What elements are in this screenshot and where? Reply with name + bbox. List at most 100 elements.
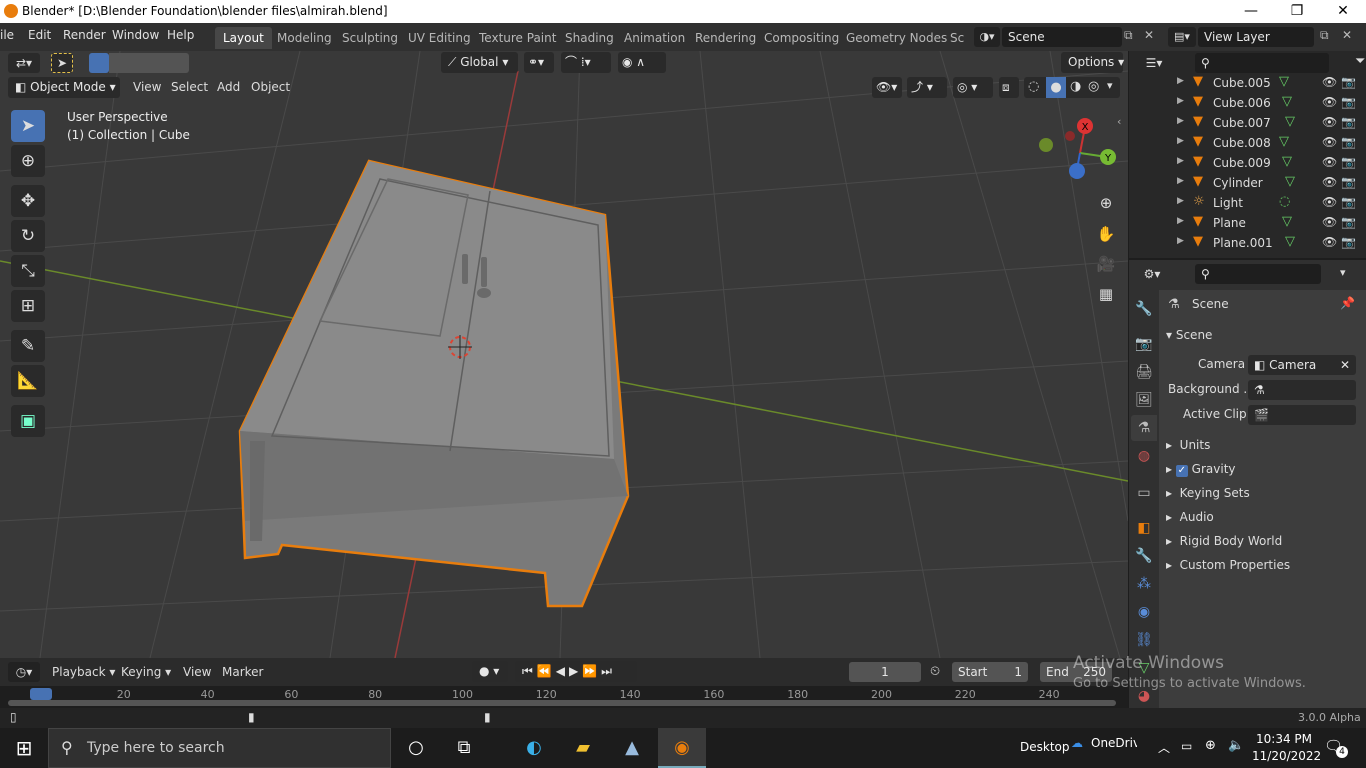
task-view-icon[interactable]: ⧉ bbox=[440, 728, 488, 768]
modifier-tab-icon[interactable]: 🔧 bbox=[1131, 543, 1157, 569]
properties-type-icon[interactable]: ⚙▾ bbox=[1135, 264, 1169, 284]
physics-tab-icon[interactable]: ◉ bbox=[1131, 599, 1157, 625]
render-camera-icon[interactable]: 📷 bbox=[1341, 95, 1356, 109]
world-tab-icon[interactable]: ◍ bbox=[1131, 443, 1157, 469]
mode-intersect-icon[interactable] bbox=[169, 53, 189, 73]
constraints-tab-icon[interactable]: ⛓ bbox=[1131, 627, 1157, 653]
remove-scene-icon[interactable]: ✕ bbox=[1144, 28, 1154, 42]
auto-key-icon[interactable]: ● ▾ bbox=[472, 661, 508, 682]
outliner-item[interactable]: ▶ ▼ Cube.007 ▽ 👁 📷 bbox=[1129, 113, 1366, 133]
mode-extend-icon[interactable] bbox=[109, 53, 129, 73]
expand-arrow-icon[interactable]: ▶ bbox=[1177, 76, 1184, 86]
object-data-icon[interactable]: ▽ bbox=[1282, 214, 1292, 229]
properties-options-icon[interactable]: ▾ bbox=[1340, 266, 1346, 279]
select-box-icon[interactable]: ➤ bbox=[51, 53, 73, 73]
tab-animation[interactable]: Animation bbox=[616, 27, 693, 49]
render-camera-icon[interactable]: 📷 bbox=[1341, 155, 1356, 169]
active-clip-field[interactable]: 🎬 bbox=[1248, 405, 1356, 425]
scale-tool-icon[interactable]: ⤡ bbox=[11, 255, 45, 287]
playhead[interactable] bbox=[30, 688, 52, 700]
rotate-tool-icon[interactable]: ↻ bbox=[11, 220, 45, 252]
tab-layout[interactable]: Layout bbox=[215, 27, 272, 49]
outliner-item[interactable]: ▶ ▼ Cube.009 ▽ 👁 📷 bbox=[1129, 153, 1366, 173]
render-camera-icon[interactable]: 📷 bbox=[1341, 195, 1356, 209]
mode-set-icon[interactable] bbox=[89, 53, 109, 73]
taskbar-search-box[interactable]: ⚲ Type here to search bbox=[48, 728, 391, 768]
render-camera-icon[interactable]: 📷 bbox=[1341, 75, 1356, 89]
menu-window[interactable]: Window bbox=[112, 28, 159, 42]
custom-properties-section[interactable]: ▸ Custom Properties bbox=[1166, 558, 1290, 572]
keying-sets-section[interactable]: ▸ Keying Sets bbox=[1166, 486, 1250, 500]
new-scene-icon[interactable]: ⧉ bbox=[1124, 28, 1133, 43]
cursor-tool-icon[interactable]: ⊕ bbox=[11, 145, 45, 177]
playback-menu[interactable]: Playback ▾ bbox=[52, 665, 115, 679]
playback-controls[interactable]: ⏮⏪◀▶⏩⏭ bbox=[515, 661, 637, 682]
3d-viewport[interactable]: X Y ⇄▾ ➤ ⟋ Global ▾ ⚭▾ ⌒ ⁞▾ ◉ ∧ Options … bbox=[0, 51, 1128, 658]
onedrive-label[interactable]: OneDrive bbox=[1091, 736, 1137, 750]
menu-file[interactable]: ile bbox=[0, 28, 14, 42]
tab-geometry-nodes[interactable]: Geometry Nodes bbox=[838, 27, 955, 49]
outliner-item[interactable]: ▶ ▼ Plane.001 ▽ 👁 📷 bbox=[1129, 233, 1366, 253]
visibility-eye-icon[interactable]: 👁 bbox=[1322, 235, 1337, 249]
edge-icon[interactable]: ◐ bbox=[510, 728, 558, 768]
visibility-eye-icon[interactable]: 👁 bbox=[1322, 115, 1337, 129]
solid-shading-icon[interactable]: ● bbox=[1046, 77, 1066, 98]
rendered-shading-icon[interactable]: ◎ bbox=[1088, 79, 1099, 94]
scene-name-field[interactable]: Scene bbox=[1002, 27, 1122, 47]
tab-compositing[interactable]: Compositing bbox=[756, 27, 847, 49]
expand-arrow-icon[interactable]: ▶ bbox=[1177, 176, 1184, 186]
units-section[interactable]: ▸ Units bbox=[1166, 438, 1210, 452]
scene-section-header[interactable]: ▾ Scene bbox=[1166, 328, 1212, 342]
ortho-grid-icon[interactable]: ▦ bbox=[1095, 285, 1117, 307]
view-layer-tab-icon[interactable]: 🖼 bbox=[1131, 387, 1157, 413]
outliner-item[interactable]: ▶ ▼ Cube.008 ▽ 👁 📷 bbox=[1129, 133, 1366, 153]
mode-subtract-icon[interactable] bbox=[129, 53, 149, 73]
windows-start-icon[interactable]: ⊞ bbox=[0, 728, 48, 768]
camera-field[interactable]: ◧ Camera ✕ bbox=[1248, 355, 1356, 375]
expand-arrow-icon[interactable]: ▶ bbox=[1177, 96, 1184, 106]
view-menu[interactable]: View bbox=[133, 80, 161, 94]
visibility-eye-icon[interactable]: 👁 bbox=[1322, 95, 1337, 109]
proportional-editing-icon[interactable]: ◉ ∧ bbox=[618, 52, 666, 73]
wireframe-shading-icon[interactable]: ◌ bbox=[1028, 79, 1039, 94]
select-menu[interactable]: Select bbox=[171, 80, 208, 94]
particles-tab-icon[interactable]: ⁂ bbox=[1131, 571, 1157, 597]
annotate-tool-icon[interactable]: ✎ bbox=[11, 330, 45, 362]
render-camera-icon[interactable]: 📷 bbox=[1341, 135, 1356, 149]
object-data-icon[interactable]: ▽ bbox=[1279, 134, 1289, 149]
outliner-type-icon[interactable]: ☰▾ bbox=[1137, 53, 1171, 73]
minimize-button[interactable]: — bbox=[1228, 0, 1274, 23]
current-frame-field[interactable]: 1 bbox=[849, 662, 921, 682]
new-view-layer-icon[interactable]: ⧉ bbox=[1320, 28, 1329, 43]
visibility-eye-icon[interactable]: 👁 bbox=[1322, 135, 1337, 149]
outliner-item[interactable]: ▶ ▼ Cube.006 ▽ 👁 📷 bbox=[1129, 93, 1366, 113]
timeline-view-menu[interactable]: View bbox=[183, 665, 211, 679]
tab-texture-paint[interactable]: Texture Paint bbox=[471, 27, 564, 49]
expand-arrow-icon[interactable]: ▶ bbox=[1177, 156, 1184, 166]
mode-difference-icon[interactable] bbox=[149, 53, 169, 73]
measure-tool-icon[interactable]: 📐 bbox=[11, 365, 45, 397]
expand-arrow-icon[interactable]: ▶ bbox=[1177, 116, 1184, 126]
tab-sculpting[interactable]: Sculpting bbox=[334, 27, 406, 49]
visibility-eye-icon[interactable]: 👁 bbox=[1322, 175, 1337, 189]
timer-icon[interactable]: ⏲ bbox=[930, 664, 940, 679]
outliner-item[interactable]: ▶ ▼ Cube.005 ▽ 👁 📷 bbox=[1129, 73, 1366, 93]
output-tab-icon[interactable]: 🖨 bbox=[1131, 359, 1157, 385]
properties-search-input[interactable]: ⚲ bbox=[1195, 264, 1321, 284]
tool-tab-icon[interactable]: 🔧 bbox=[1131, 296, 1157, 322]
visibility-eye-icon[interactable]: 👁 bbox=[1322, 195, 1337, 209]
cortana-icon[interactable]: ○ bbox=[392, 728, 440, 768]
render-camera-icon[interactable]: 📷 bbox=[1341, 115, 1356, 129]
volume-icon[interactable]: 🔈 bbox=[1228, 738, 1244, 753]
battery-icon[interactable]: ▭ bbox=[1181, 739, 1192, 753]
transform-orientation-dropdown[interactable]: ⟋ Global ▾ bbox=[441, 52, 518, 73]
start-frame-field[interactable]: Start 1 bbox=[952, 662, 1028, 682]
expand-arrow-icon[interactable]: ▶ bbox=[1177, 196, 1184, 206]
show-hidden-icons[interactable]: ︿ bbox=[1158, 739, 1170, 756]
overlays-icon[interactable]: ◎ ▾ bbox=[953, 77, 993, 98]
sidebar-toggle-icon[interactable]: ‹ bbox=[1117, 115, 1121, 128]
background-scene-field[interactable]: ⚗ bbox=[1248, 380, 1356, 400]
onedrive-icon[interactable]: ☁ bbox=[1071, 736, 1083, 750]
object-data-icon[interactable]: ▽ bbox=[1285, 234, 1295, 249]
visibility-eye-icon[interactable]: 👁 bbox=[1322, 155, 1337, 169]
